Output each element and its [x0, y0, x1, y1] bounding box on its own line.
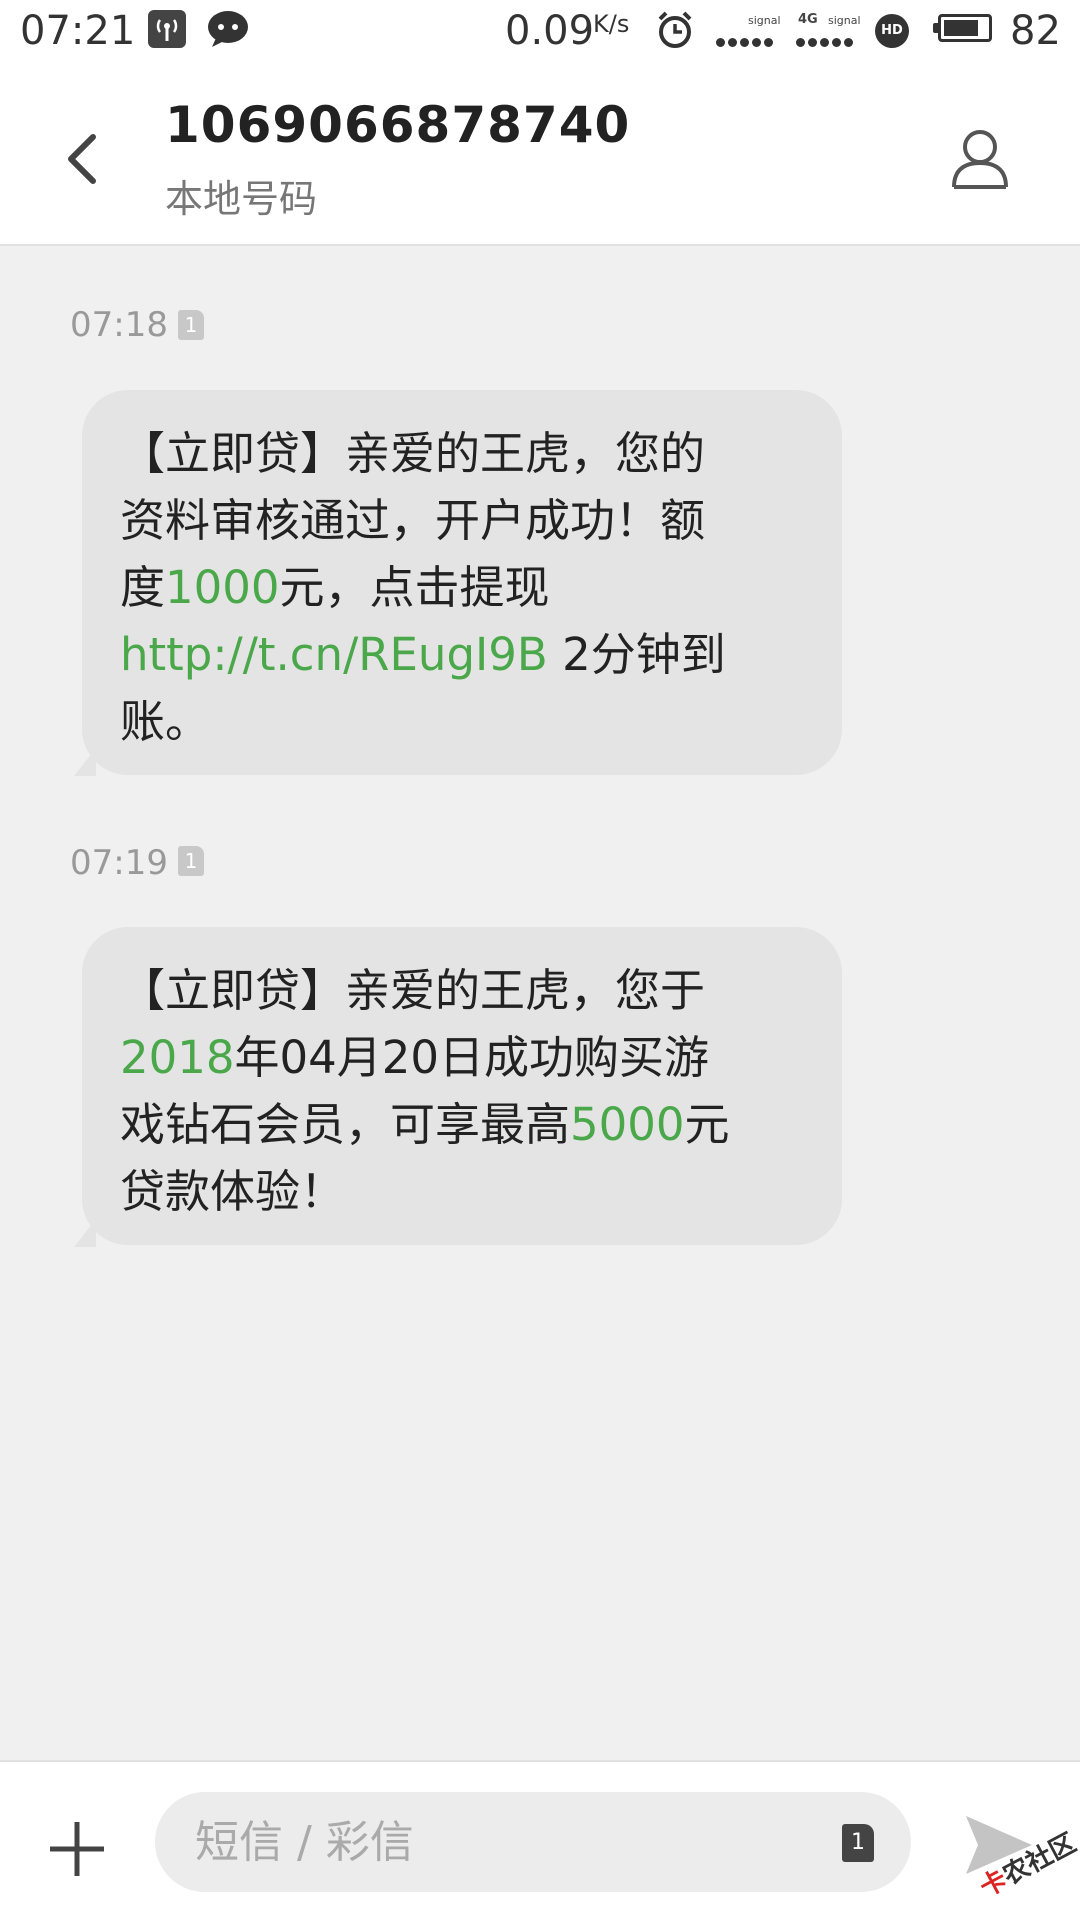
- contact-number: 1069066878740: [165, 96, 631, 154]
- message-timestamp: 07:18: [70, 305, 168, 345]
- message-bubble[interactable]: 【立即贷】亲爱的王虎，您于2018年04月20日成功购买游戏钻石会员，可享最高5…: [82, 927, 842, 1245]
- sim-badge: 1: [178, 846, 204, 876]
- net-speed-unit: K/s: [593, 10, 630, 38]
- contact-button[interactable]: [945, 119, 1015, 199]
- net-speed: 0.09: [505, 8, 595, 54]
- battery-level-fill: [944, 20, 979, 36]
- message-input[interactable]: [155, 1792, 911, 1892]
- battery-icon: [933, 14, 992, 42]
- network-type: 4G: [798, 12, 818, 27]
- sim1-label: signal: [748, 14, 781, 27]
- sim-badge: 1: [178, 310, 204, 340]
- wifi-hotspot-icon: [148, 10, 186, 48]
- status-bar: 07:21 0.09 K/s signal 4G signal HD 82: [0, 0, 1080, 64]
- status-time: 07:21: [20, 8, 136, 54]
- bubble-tail: [74, 748, 96, 776]
- sim2-label: signal: [828, 14, 861, 27]
- signal-icon: [796, 32, 856, 47]
- back-button[interactable]: [55, 119, 115, 199]
- message-timestamp: 07:19: [70, 843, 168, 883]
- alarm-icon: [655, 10, 695, 50]
- message-bubble[interactable]: 【立即贷】亲爱的王虎，您的资料审核通过，开户成功！额度1000元，点击提现 ht…: [82, 390, 842, 775]
- conversation-header: 1069066878740 本地号码: [0, 64, 1080, 246]
- bubble-tail: [74, 1219, 96, 1247]
- message-text: 【立即贷】亲爱的王虎，您于: [120, 964, 706, 1017]
- plus-icon: [50, 1822, 104, 1876]
- battery-level: 82: [1010, 8, 1061, 54]
- sim-selector[interactable]: 1: [842, 1824, 874, 1862]
- chat-bubble-icon: [206, 10, 250, 48]
- attach-button[interactable]: [42, 1814, 112, 1884]
- volte-hd-badge: HD: [875, 14, 909, 48]
- contact-person-icon: [952, 130, 1008, 189]
- message-highlight: 2018: [120, 1031, 235, 1084]
- signal-icon: [716, 32, 776, 47]
- message-text: 元，点击提现: [279, 561, 550, 614]
- composer-bar: 1: [0, 1760, 1080, 1922]
- message-highlight[interactable]: http://t.cn/REugI9B: [120, 628, 548, 681]
- message-highlight: 1000: [165, 561, 280, 614]
- contact-subtitle: 本地号码: [165, 177, 318, 221]
- back-arrow-icon: [68, 134, 96, 184]
- message-highlight: 5000: [570, 1098, 685, 1151]
